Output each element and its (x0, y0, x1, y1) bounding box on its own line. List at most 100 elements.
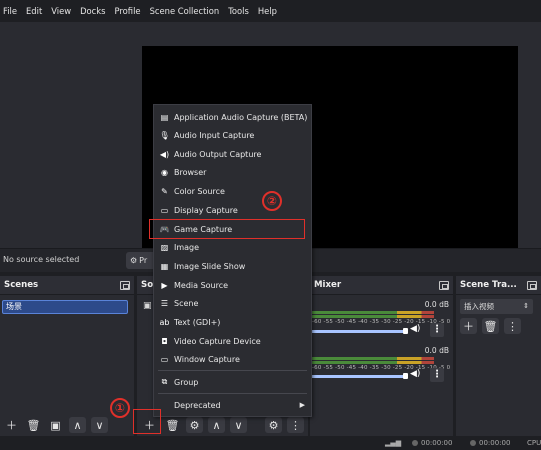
mixer-title: Mixer (314, 280, 342, 290)
menu-item-label: Audio Output Capture (174, 149, 262, 159)
menu-item-image-slide-show[interactable]: ▦ Image Slide Show (154, 257, 311, 275)
speaker-icon[interactable]: ◀) (410, 324, 420, 334)
menu-item-label: Scene (174, 298, 199, 308)
step-2-badge: ② (262, 191, 282, 211)
menu-item-label: Color Source (174, 186, 225, 196)
window-icon: ▭ (160, 354, 169, 364)
network-icon: ▂▄▆ (385, 439, 402, 447)
move-up-button[interactable]: ∧ (69, 417, 86, 433)
menu-item-window-capture[interactable]: ▭ Window Capture (154, 350, 311, 368)
mixer-header: Mixer (310, 276, 453, 295)
remove-source-icon[interactable]: 🗑 (164, 417, 181, 433)
menu-item-audio-input-capture[interactable]: 🎙 Audio Input Capture (154, 126, 311, 144)
menu-item-label: Media Source (174, 280, 229, 290)
volume-meter (310, 311, 434, 314)
group-icon: ⧉ (161, 377, 168, 386)
channel-menu-icon[interactable]: ⋮ (430, 368, 444, 382)
move-down-button[interactable]: ∨ (91, 417, 108, 433)
text-icon: ab (159, 317, 170, 327)
transitions-buttons: ＋ 🗑 ⋮ (460, 318, 526, 334)
scene-item[interactable]: 场景 (2, 300, 128, 314)
transition-menu-icon[interactable]: ⋮ (504, 318, 521, 334)
menu-item-application-audio-capture[interactable]: ▤ Application Audio Capture (BETA) (154, 108, 311, 126)
game-capture-highlight (149, 219, 305, 239)
source-properties-icon[interactable]: ⚙ (186, 417, 203, 433)
app-audio-icon: ▤ (160, 112, 169, 122)
menu-docks[interactable]: Docks (80, 6, 105, 16)
menu-item-label: Image (174, 242, 200, 252)
camera-icon: ◘ (161, 336, 168, 346)
add-source-context-menu: ▤ Application Audio Capture (BETA) 🎙 Audio… (153, 104, 312, 417)
scenes-header: Scenes (0, 276, 134, 295)
menu-profile[interactable]: Profile (115, 6, 141, 16)
menu-item-image[interactable]: ▨ Image (154, 238, 311, 256)
menu-item-deprecated[interactable]: Deprecated ▶ (154, 396, 311, 414)
image-icon: ▨ (160, 242, 169, 252)
record-timer: 00:00:00 (470, 439, 510, 447)
menu-separator (158, 370, 307, 371)
no-source-label: No source selected (3, 255, 80, 264)
menu-item-label: Image Slide Show (174, 261, 246, 271)
menu-item-color-source[interactable]: ✎ Color Source (154, 182, 311, 200)
undock-icon[interactable] (120, 280, 130, 290)
cpu-label: CPU (527, 439, 541, 447)
brush-icon: ✎ (161, 186, 168, 196)
record-time: 00:00:00 (479, 439, 511, 447)
menu-item-label: Deprecated (174, 400, 221, 410)
channel-menu-icon[interactable]: ⋮ (430, 323, 444, 337)
audio-mixer-dock: Mixer 0.0 dB -60 -55 -50 -45 -40 -35 -30… (310, 276, 453, 436)
menu-tools[interactable]: Tools (228, 6, 249, 16)
volume-slider[interactable] (310, 330, 405, 333)
menu-item-media-source[interactable]: ▶ Media Source (154, 276, 311, 294)
undock-icon[interactable] (439, 280, 449, 290)
undock-icon[interactable] (527, 280, 537, 290)
add-transition-button[interactable]: ＋ (460, 318, 477, 334)
filter-icon[interactable]: ▣ (47, 417, 64, 433)
volume-slider-knob[interactable] (403, 373, 408, 379)
menu-item-group[interactable]: ⧉ Group (154, 373, 311, 391)
speaker-icon[interactable]: ◀) (410, 369, 420, 379)
menu-item-browser[interactable]: ◉ Browser (154, 163, 311, 181)
transitions-title: Scene Tra... (460, 280, 517, 290)
globe-icon: ◉ (161, 167, 168, 177)
add-source-highlight (133, 409, 161, 434)
monitor-icon: ▭ (160, 205, 169, 215)
record-dot-icon (470, 440, 476, 446)
stream-dot-icon (412, 440, 418, 446)
gear-icon: ⚙ (130, 256, 138, 265)
menu-bar: File Edit View Docks Profile Scene Colle… (0, 0, 541, 22)
kebab-menu-icon[interactable]: ⋮ (287, 417, 304, 433)
menu-item-audio-output-capture[interactable]: ◀) Audio Output Capture (154, 145, 311, 163)
menu-file[interactable]: File (3, 6, 17, 16)
stream-time: 00:00:00 (421, 439, 453, 447)
trash-icon[interactable]: 🗑 (25, 417, 42, 433)
remove-transition-icon[interactable]: 🗑 (482, 318, 499, 334)
menu-item-text[interactable]: ab Text (GDI+) (154, 313, 311, 331)
menu-item-video-capture-device[interactable]: ◘ Video Capture Device (154, 332, 311, 350)
menu-item-label: Application Audio Capture (BETA) (174, 112, 308, 122)
volume-slider-knob[interactable] (403, 328, 408, 334)
menu-help[interactable]: Help (258, 6, 277, 16)
scene-transitions-dock: Scene Tra... 插入视频 ⇕ ＋ 🗑 ⋮ (456, 276, 541, 436)
stream-timer: 00:00:00 (412, 439, 452, 447)
menu-view[interactable]: View (51, 6, 71, 16)
menu-edit[interactable]: Edit (26, 6, 42, 16)
source-up-button[interactable]: ∧ (208, 417, 225, 433)
transition-select[interactable]: 插入视频 ⇕ (460, 299, 533, 314)
transitions-header: Scene Tra... (456, 276, 541, 295)
menu-item-label: Audio Input Capture (174, 130, 255, 140)
menu-item-scene[interactable]: ☰ Scene (154, 294, 311, 312)
chevron-right-icon: ▶ (299, 401, 305, 409)
status-bar: ▂▄▆ 00:00:00 00:00:00 CPU (0, 436, 541, 450)
play-icon: ▶ (161, 280, 168, 290)
advanced-audio-icon[interactable]: ⚙ (265, 417, 282, 433)
menu-scene-collection[interactable]: Scene Collection (150, 6, 220, 16)
volume-meter (310, 361, 434, 364)
volume-meter (310, 315, 434, 318)
menu-item-display-capture[interactable]: ▭ Display Capture (154, 201, 311, 219)
volume-slider[interactable] (310, 375, 405, 378)
channel-db: 0.0 dB (424, 346, 449, 355)
add-scene-button[interactable]: ＋ (3, 417, 20, 433)
source-down-button[interactable]: ∨ (230, 417, 247, 433)
